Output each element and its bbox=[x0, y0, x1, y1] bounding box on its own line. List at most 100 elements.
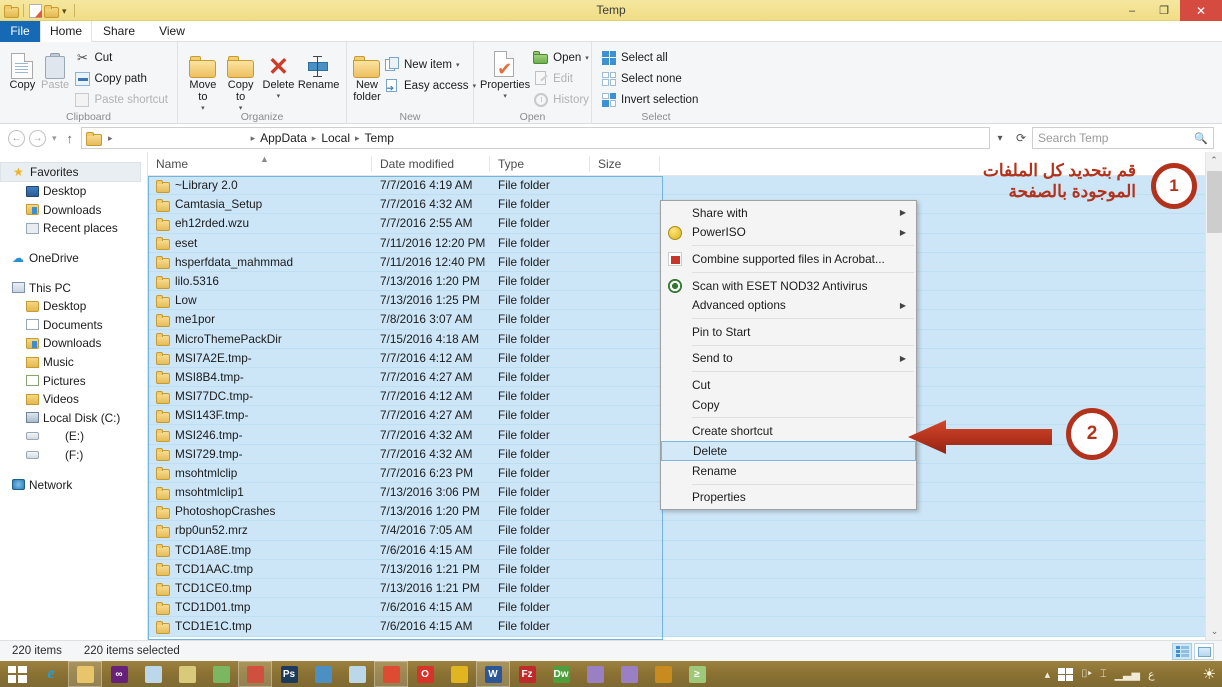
sidebar-item-onedrive[interactable]: ☁ OneDrive bbox=[0, 249, 147, 268]
sidebar-item-favorites[interactable]: ★ Favorites bbox=[0, 162, 141, 182]
caret-down-icon-4[interactable]: ▾ bbox=[456, 61, 460, 69]
sidebar-item-local-disk-c[interactable]: Local Disk (C:) bbox=[0, 409, 147, 428]
navigation-pane[interactable]: ★ Favorites Desktop Downloads Recent pla… bbox=[0, 152, 148, 640]
sidebar-item-network[interactable]: Network bbox=[0, 475, 147, 494]
sidebar-item-desktop-pc[interactable]: Desktop bbox=[0, 297, 147, 316]
copy-button[interactable]: Copy bbox=[6, 45, 39, 110]
sidebar-item-desktop-fav[interactable]: Desktop bbox=[0, 182, 147, 201]
sidebar-item-downloads-pc[interactable]: Downloads bbox=[0, 334, 147, 353]
taskbar-item-purple-app-2[interactable] bbox=[612, 661, 646, 687]
maximize-button[interactable]: ❐ bbox=[1148, 0, 1180, 21]
sidebar-item-videos[interactable]: Videos bbox=[0, 390, 147, 409]
scrollbar-thumb[interactable] bbox=[1207, 171, 1222, 233]
recent-dropdown-icon[interactable]: ▾ bbox=[52, 133, 57, 144]
chevron-down-icon-address[interactable]: ▾ bbox=[990, 133, 1010, 144]
taskbar-item-bee-app[interactable] bbox=[646, 661, 680, 687]
taskbar-item-visual-studio[interactable]: ∞ bbox=[102, 661, 136, 687]
back-arrow-icon[interactable]: ← bbox=[8, 130, 25, 147]
taskbar-item-purple-app-1[interactable] bbox=[578, 661, 612, 687]
close-button[interactable]: ✕ bbox=[1180, 0, 1222, 21]
menu-item-poweriso[interactable]: PowerISO▶ bbox=[661, 223, 916, 243]
column-header-size[interactable]: Size bbox=[590, 152, 660, 176]
sidebar-item-drive-e[interactable]: (E:) bbox=[0, 427, 147, 446]
taskbar-item-opera[interactable]: O bbox=[408, 661, 442, 687]
forward-arrow-icon[interactable]: → bbox=[29, 130, 46, 147]
taskbar-item-calculator[interactable] bbox=[136, 661, 170, 687]
network-icon-tray[interactable]: ⌷▸ bbox=[1081, 668, 1092, 681]
paste-button[interactable]: Paste bbox=[39, 45, 72, 110]
menu-item-delete[interactable]: Delete bbox=[661, 441, 916, 461]
column-header-type[interactable]: Type bbox=[490, 152, 590, 176]
rename-button[interactable]: Rename bbox=[297, 45, 340, 115]
caret-down-icon-7[interactable]: ▾ bbox=[585, 54, 589, 62]
invert-selection-button[interactable]: Invert selection bbox=[598, 89, 701, 110]
sidebar-item-downloads-fav[interactable]: Downloads bbox=[0, 201, 147, 220]
table-row[interactable]: TCD1E1C.tmp7/6/2016 4:15 AMFile folder bbox=[148, 617, 1222, 636]
history-button[interactable]: History bbox=[530, 89, 592, 110]
move-to-button[interactable]: Move to ▾ bbox=[184, 45, 222, 115]
breadcrumb-temp[interactable]: Temp bbox=[365, 131, 394, 145]
up-arrow-icon[interactable]: ↑ bbox=[67, 131, 74, 146]
taskbar-item-powershell[interactable]: ≥ bbox=[680, 661, 714, 687]
taskbar-item-snipping-tool[interactable] bbox=[238, 661, 272, 687]
vertical-scrollbar[interactable]: ⌃ ⌄ bbox=[1205, 152, 1222, 640]
search-input[interactable]: Search Temp 🔍 bbox=[1032, 127, 1214, 149]
tab-share[interactable]: Share bbox=[93, 21, 145, 42]
table-row[interactable]: TCD1CE0.tmp7/13/2016 1:21 PMFile folder bbox=[148, 579, 1222, 598]
taskbar-item-dreamweaver[interactable]: Dw bbox=[544, 661, 578, 687]
menu-item-share-with[interactable]: Share with▶ bbox=[661, 203, 916, 223]
taskbar-item-notepad-editor[interactable] bbox=[204, 661, 238, 687]
select-all-button[interactable]: Select all bbox=[598, 47, 701, 68]
scroll-up-icon[interactable]: ⌃ bbox=[1206, 152, 1222, 169]
copy-path-button[interactable]: Copy path bbox=[71, 68, 171, 89]
caret-down-icon-3[interactable]: ▾ bbox=[277, 91, 281, 103]
taskbar-item-sticky-notes[interactable] bbox=[170, 661, 204, 687]
volume-icon[interactable]: ⌶ bbox=[1100, 668, 1107, 681]
caret-down-icon-6[interactable]: ▾ bbox=[503, 91, 507, 103]
taskbar-item-file-explorer[interactable] bbox=[68, 661, 102, 687]
menu-item-combine-supported-files-in-acrobat[interactable]: Combine supported files in Acrobat... bbox=[661, 249, 916, 269]
table-row[interactable]: TCD1AAC.tmp7/13/2016 1:21 PMFile folder bbox=[148, 560, 1222, 579]
breadcrumb-local[interactable]: Local bbox=[321, 131, 350, 145]
tab-home[interactable]: Home bbox=[40, 21, 92, 42]
menu-item-send-to[interactable]: Send to▶ bbox=[661, 349, 916, 369]
taskbar-item-keyboard-tool[interactable] bbox=[306, 661, 340, 687]
sidebar-item-recent-places[interactable]: Recent places bbox=[0, 219, 147, 238]
breadcrumb-appdata[interactable]: AppData bbox=[260, 131, 307, 145]
delete-button[interactable]: ✕ Delete ▾ bbox=[260, 45, 298, 115]
taskbar-item-filezilla[interactable]: Fz bbox=[510, 661, 544, 687]
properties-button[interactable]: ✔ Properties ▾ bbox=[480, 45, 530, 110]
details-view-button[interactable] bbox=[1172, 643, 1192, 660]
action-center-icon[interactable] bbox=[1058, 668, 1073, 681]
paste-shortcut-button[interactable]: Paste shortcut bbox=[71, 89, 171, 110]
taskbar-item-microsoft-word[interactable]: W bbox=[476, 661, 510, 687]
context-menu[interactable]: Share with▶PowerISO▶ Combine supported fi… bbox=[660, 200, 917, 510]
taskbar-item-yellow-app[interactable] bbox=[442, 661, 476, 687]
menu-item-pin-to-start[interactable]: Pin to Start bbox=[661, 322, 916, 342]
new-folder-button[interactable]: New folder bbox=[353, 45, 381, 103]
menu-item-cut[interactable]: Cut bbox=[661, 375, 916, 395]
sidebar-item-this-pc[interactable]: This PC bbox=[0, 278, 147, 297]
taskbar-item-photoshop[interactable]: Ps bbox=[272, 661, 306, 687]
menu-item-rename[interactable]: Rename bbox=[661, 461, 916, 481]
table-row[interactable]: TCD1A8E.tmp7/6/2016 4:15 AMFile folder bbox=[148, 541, 1222, 560]
breadcrumb[interactable]: ▸ ▸ AppData ▸ Local ▸ Temp bbox=[81, 127, 990, 149]
open-button[interactable]: Open ▾ bbox=[530, 47, 592, 68]
menu-item-copy[interactable]: Copy bbox=[661, 395, 916, 415]
scroll-down-icon[interactable]: ⌄ bbox=[1206, 623, 1222, 640]
large-icons-view-button[interactable] bbox=[1194, 643, 1214, 660]
new-item-button[interactable]: New item ▾ bbox=[381, 54, 479, 75]
edit-button[interactable]: Edit bbox=[530, 68, 592, 89]
menu-item-scan-with-eset-nod32-antivirus[interactable]: Scan with ESET NOD32 Antivirus bbox=[661, 276, 916, 296]
easy-access-button[interactable]: ➔ Easy access ▾ bbox=[381, 75, 479, 96]
sidebar-item-music[interactable]: Music bbox=[0, 353, 147, 372]
copy-to-button[interactable]: Copy to ▾ bbox=[222, 45, 260, 115]
column-header-date-modified[interactable]: Date modified bbox=[372, 152, 490, 176]
chevron-up-icon-tray[interactable]: ▴ bbox=[1045, 668, 1051, 681]
search-icon[interactable]: 🔍 bbox=[1194, 132, 1208, 145]
taskbar-item-google-chrome[interactable] bbox=[374, 661, 408, 687]
menu-item-properties[interactable]: Properties bbox=[661, 488, 916, 508]
cut-button[interactable]: ✂ Cut bbox=[71, 47, 171, 68]
taskbar-item-internet-explorer[interactable]: e bbox=[34, 661, 68, 687]
tab-file[interactable]: File bbox=[0, 21, 40, 42]
